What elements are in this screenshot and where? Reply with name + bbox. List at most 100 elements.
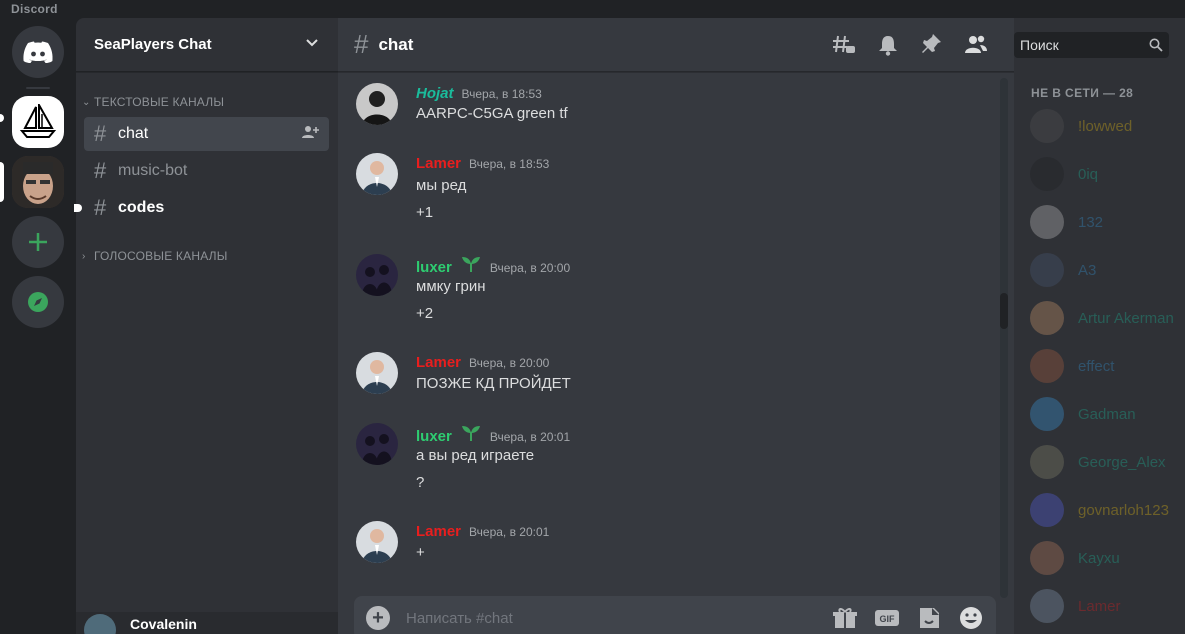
member-item[interactable]: George_Alex: [1030, 442, 1185, 482]
message-text: +: [416, 544, 425, 561]
guild-name: SeaPlayers Chat: [94, 36, 212, 53]
member-name: A3: [1078, 261, 1097, 279]
author-name[interactable]: Lamer: [416, 354, 461, 371]
avatar[interactable]: [356, 521, 398, 563]
member-item[interactable]: govnarloh123: [1030, 490, 1185, 530]
hash-icon: #: [354, 29, 369, 59]
search-icon[interactable]: [1149, 38, 1163, 52]
member-item[interactable]: Gadman: [1030, 394, 1185, 434]
server-seaplayers[interactable]: [12, 156, 64, 208]
avatar[interactable]: [356, 153, 398, 195]
unread-indicator: [74, 204, 82, 212]
chat-header: # chat: [338, 18, 1014, 72]
discord-window: Discord SeaPlayers Chat ⌄ ТЕКСТОВЫЕ КАНА…: [0, 0, 1185, 634]
avatar[interactable]: [356, 254, 398, 296]
message-text: AARPC-C5GA green tf: [416, 105, 568, 122]
message: luxer Вчера, в 20:00 ммку грин +2: [338, 254, 978, 334]
chevron-down-icon: ⌄: [82, 96, 91, 108]
guild-header[interactable]: SeaPlayers Chat: [76, 18, 338, 72]
discord-logo-icon: [23, 41, 53, 63]
member-item[interactable]: A3: [1030, 250, 1185, 290]
member-item[interactable]: effect: [1030, 346, 1185, 386]
message-header: Hojat Вчера, в 18:53: [416, 85, 542, 102]
channel-codes[interactable]: # codes: [74, 191, 329, 225]
message-header: Lamer Вчера, в 20:01: [416, 523, 549, 540]
member-name: govnarloh123: [1078, 501, 1169, 519]
member-item[interactable]: 132: [1030, 202, 1185, 242]
chevron-down-icon: [304, 34, 320, 55]
message-text: ?: [416, 474, 425, 491]
author-name[interactable]: Hojat: [416, 85, 454, 102]
create-invite-icon[interactable]: [301, 125, 319, 144]
message-composer: + GIF: [354, 596, 996, 634]
channel-sidebar: SeaPlayers Chat ⌄ ТЕКСТОВЫЕ КАНАЛЫ # cha…: [74, 18, 338, 634]
compass-icon: [28, 292, 48, 312]
server-sailboat[interactable]: [12, 96, 64, 148]
threads-icon[interactable]: [832, 34, 856, 56]
category-text-channels[interactable]: ⌄ ТЕКСТОВЫЕ КАНАЛЫ: [82, 95, 224, 109]
channel-music-bot[interactable]: # music-bot: [84, 154, 329, 188]
sprout-badge-icon: [461, 426, 480, 441]
title-bar: Discord: [0, 0, 1185, 18]
message-text: ПОЗЖЕ КД ПРОЙДЕТ: [416, 375, 571, 392]
emoji-icon[interactable]: [958, 606, 984, 630]
sprout-badge-icon: [461, 257, 480, 272]
avatar: [1030, 541, 1064, 575]
category-label: ГОЛОСОВЫЕ КАНАЛЫ: [94, 249, 228, 263]
svg-text:GIF: GIF: [880, 614, 896, 624]
selected-server-indicator: [0, 162, 4, 202]
category-voice-channels[interactable]: › ГОЛОСОВЫЕ КАНАЛЫ: [82, 249, 228, 263]
member-item[interactable]: 0iq: [1030, 154, 1185, 194]
pin-icon[interactable]: [920, 33, 944, 56]
message: Lamer Вчера, в 20:01 +: [338, 521, 978, 577]
author-name[interactable]: Lamer: [416, 155, 461, 172]
author-name[interactable]: luxer: [416, 259, 452, 276]
composer-toolbar: GIF: [832, 606, 984, 630]
hash-icon: #: [94, 158, 107, 183]
timestamp: Вчера, в 20:00: [489, 261, 571, 275]
member-item[interactable]: Artur Akerman: [1030, 298, 1185, 338]
message-input[interactable]: [406, 609, 832, 627]
message: Hojat Вчера, в 18:53 AARPC-C5GA green tf: [338, 83, 978, 139]
scrollbar-thumb[interactable]: [1000, 293, 1008, 329]
channel-chat[interactable]: # chat: [84, 117, 329, 151]
user-avatar[interactable]: [84, 614, 116, 634]
author-name[interactable]: Lamer: [416, 523, 461, 540]
author-name[interactable]: luxer: [416, 428, 452, 445]
message-text: а вы ред играете: [416, 447, 535, 464]
sticker-icon[interactable]: [916, 606, 942, 630]
category-label: ТЕКСТОВЫЕ КАНАЛЫ: [94, 95, 225, 109]
hash-icon: #: [94, 195, 107, 220]
rail-separator: [26, 87, 50, 89]
app-title: Discord: [11, 2, 58, 16]
explore-servers-button[interactable]: [12, 276, 64, 328]
member-item[interactable]: Lamer: [1030, 586, 1185, 626]
message-scrollbar[interactable]: [1000, 78, 1008, 598]
gif-icon[interactable]: GIF: [874, 606, 900, 630]
search-input[interactable]: [1020, 37, 1149, 53]
chevron-right-icon: ›: [82, 250, 86, 262]
member-name: Gadman: [1078, 405, 1136, 423]
avatar[interactable]: [356, 352, 398, 394]
channel-label: music-bot: [118, 162, 188, 179]
message-header: luxer Вчера, в 20:01: [416, 425, 570, 445]
message-header: Lamer Вчера, в 20:00: [416, 354, 549, 371]
avatar: [1030, 589, 1064, 623]
message: luxer Вчера, в 20:01 а вы ред играете ?: [338, 423, 978, 503]
bell-icon[interactable]: [876, 34, 900, 56]
avatar[interactable]: [356, 83, 398, 125]
member-item[interactable]: Kayxu: [1030, 538, 1185, 578]
avatar[interactable]: [356, 423, 398, 465]
avatar: [1030, 253, 1064, 287]
attach-plus-icon[interactable]: +: [366, 606, 390, 630]
home-button[interactable]: [12, 26, 64, 78]
timestamp: Вчера, в 18:53: [469, 157, 550, 171]
avatar: [1030, 493, 1064, 527]
members-icon[interactable]: [964, 34, 988, 56]
search-box[interactable]: [1014, 32, 1169, 58]
member-name: effect: [1078, 357, 1115, 375]
add-server-button[interactable]: [12, 216, 64, 268]
message: Lamer Вчера, в 20:00 ПОЗЖЕ КД ПРОЙДЕТ: [338, 352, 978, 408]
gift-icon[interactable]: [832, 606, 858, 630]
member-item[interactable]: !lowwed: [1030, 106, 1185, 146]
